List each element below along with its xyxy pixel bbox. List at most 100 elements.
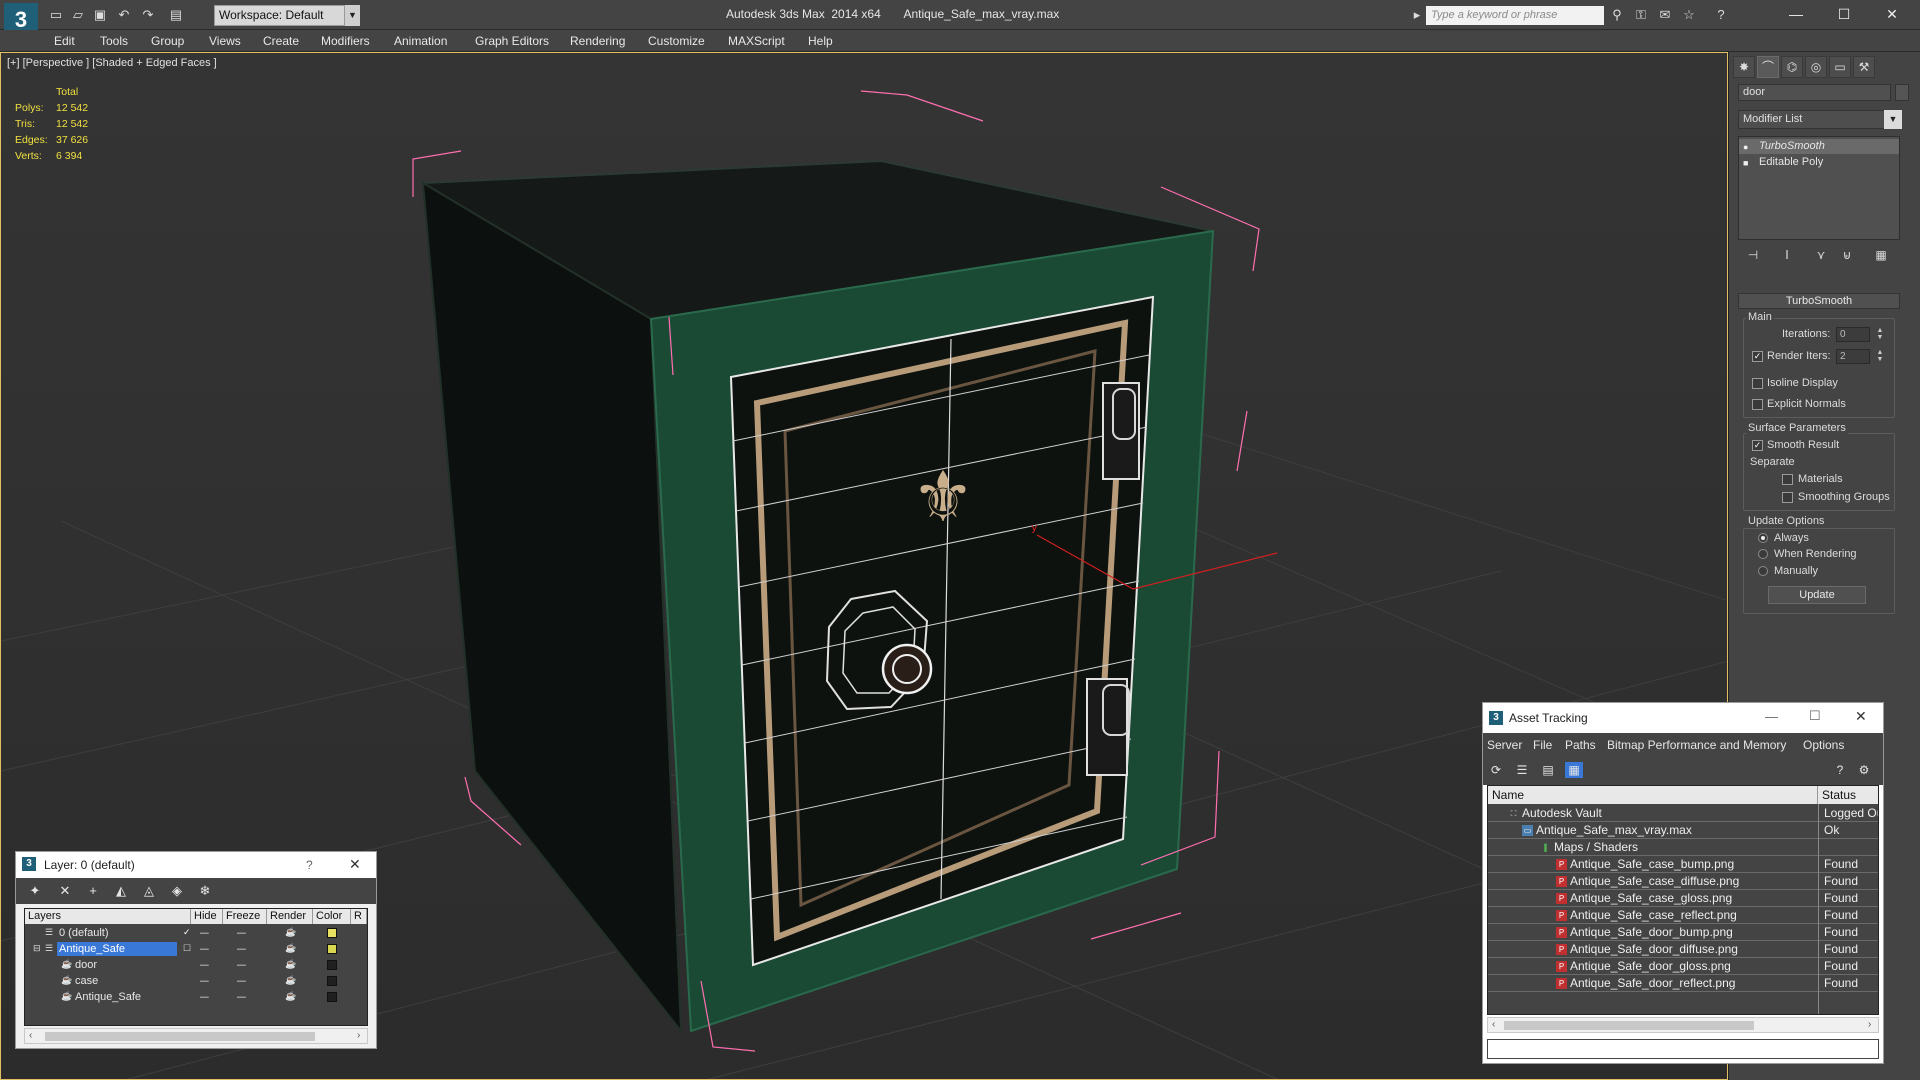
column-header[interactable]: Render [267, 909, 313, 924]
new-layer-icon[interactable]: ✦ [26, 883, 44, 899]
hide-toggle-icon[interactable]: ━━ [200, 977, 209, 986]
asset-row[interactable]: ⛶ Autodesk Vault Logged Ou [1488, 805, 1878, 822]
save-icon[interactable]: ▣ [92, 7, 108, 23]
active-layer-check-icon[interactable]: ✓ [183, 927, 191, 938]
asset-row[interactable]: P Antique_Safe_door_gloss.png Found [1488, 958, 1878, 975]
hide-toggle-icon[interactable]: ━━ [200, 961, 209, 970]
render-teapot-icon[interactable]: ☕ [285, 975, 296, 986]
asset-row[interactable]: ▭ Antique_Safe_max_vray.max Ok [1488, 822, 1878, 839]
freeze-toggle-icon[interactable]: ━━ [237, 945, 246, 954]
utilities-tab-icon[interactable]: ⚒ [1853, 56, 1875, 78]
horizontal-scrollbar[interactable]: ‹ › [24, 1028, 368, 1044]
column-header[interactable]: Hide [191, 909, 223, 924]
chevron-down-icon[interactable]: ▼ [344, 5, 360, 26]
layer-name[interactable]: Antique_Safe [57, 942, 177, 956]
freeze-toggle-icon[interactable]: ━━ [237, 993, 246, 1002]
collapse-icon[interactable]: ⊟ [33, 943, 41, 954]
render-teapot-icon[interactable]: ☕ [285, 927, 296, 938]
materials-checkbox[interactable] [1782, 474, 1793, 485]
minimize-button[interactable]: — [1765, 709, 1778, 724]
column-header[interactable]: Name [1488, 786, 1818, 804]
freeze-all-icon[interactable]: ❄ [196, 883, 214, 899]
render-iters-checkbox[interactable]: ✓ [1752, 351, 1763, 362]
table-view-icon[interactable]: ▦ [1565, 762, 1583, 778]
thumbnail-view-icon[interactable]: ▤ [1539, 762, 1557, 778]
column-header[interactable]: Freeze [223, 909, 267, 924]
freeze-toggle-icon[interactable]: ━━ [237, 961, 246, 970]
menu-views[interactable]: Views [209, 34, 241, 48]
asset-row[interactable]: P Antique_Safe_case_bump.png Found [1488, 856, 1878, 873]
scroll-right-icon[interactable]: › [1868, 1019, 1871, 1030]
layer-row[interactable]: ⊟ ☰ Antique_Safe ☐ ━━ ━━ ☕ [25, 941, 367, 957]
maximize-button[interactable]: ☐ [1809, 708, 1821, 724]
asset-row[interactable]: P Antique_Safe_door_bump.png Found [1488, 924, 1878, 941]
motion-tab-icon[interactable]: ◎ [1805, 56, 1827, 78]
hierarchy-tab-icon[interactable]: ⌬ [1781, 56, 1803, 78]
asset-row[interactable]: ∥ Maps / Shaders [1488, 839, 1878, 856]
layer-color-swatch[interactable] [327, 944, 337, 954]
layer-row[interactable]: ☕ case ━━ ━━ ☕ [25, 973, 367, 989]
menu-create[interactable]: Create [263, 34, 299, 48]
scroll-right-icon[interactable]: › [357, 1030, 360, 1041]
scroll-left-icon[interactable]: ‹ [1492, 1019, 1495, 1030]
help-icon[interactable]: ? [306, 858, 313, 872]
favorites-star-icon[interactable]: ☆ [1680, 7, 1698, 23]
scroll-thumb[interactable] [1504, 1021, 1754, 1030]
delete-layer-icon[interactable]: ✕ [56, 883, 74, 899]
spinner-arrows-icon[interactable]: ▲ ▼ [1876, 349, 1884, 364]
lightbulb-icon[interactable]: ● [1743, 142, 1753, 152]
object-name[interactable]: door [73, 958, 99, 972]
layer-row[interactable]: ☰ 0 (default) ✓ ━━ ━━ ☕ [25, 925, 367, 941]
add-selection-icon[interactable]: + [84, 883, 102, 899]
open-file-icon[interactable]: ▱ [70, 7, 86, 23]
modifier-list-dropdown[interactable]: Modifier List [1738, 110, 1902, 129]
expand-plus-icon[interactable]: ■ [1743, 158, 1753, 168]
render-iters-spinner[interactable]: 2 [1836, 349, 1870, 364]
menu-options[interactable]: Options [1803, 738, 1844, 752]
menu-group[interactable]: Group [151, 34, 184, 48]
menu-server[interactable]: Server [1487, 738, 1522, 752]
render-teapot-icon[interactable]: ☕ [285, 943, 296, 954]
binoculars-icon[interactable]: ⚲ [1608, 7, 1626, 23]
select-objects-icon[interactable]: ◭ [112, 883, 130, 899]
column-header[interactable]: Layers [25, 909, 191, 924]
asset-row[interactable]: P Antique_Safe_door_reflect.png Found [1488, 975, 1878, 992]
refresh-icon[interactable]: ⟳ [1487, 762, 1505, 778]
menu-edit[interactable]: Edit [54, 34, 75, 48]
object-name[interactable]: Antique_Safe [73, 990, 143, 1004]
minimize-button[interactable]: — [1774, 2, 1818, 26]
object-color-swatch[interactable] [327, 992, 337, 1002]
freeze-toggle-icon[interactable]: ━━ [237, 977, 246, 986]
column-header[interactable]: Status [1818, 786, 1878, 804]
menu-graph-editors[interactable]: Graph Editors [475, 34, 549, 48]
dialog-title-bar[interactable]: 3 Layer: 0 (default) ? ✕ [16, 852, 376, 878]
hide-toggle-icon[interactable]: ━━ [200, 945, 209, 954]
asset-row[interactable]: P Antique_Safe_case_reflect.png Found [1488, 907, 1878, 924]
pin-stack-icon[interactable]: ⊣ [1742, 248, 1764, 266]
render-teapot-icon[interactable]: ☕ [285, 991, 296, 1002]
menu-file[interactable]: File [1533, 738, 1552, 752]
highlight-layer-icon[interactable]: ◬ [140, 883, 158, 899]
hide-toggle-icon[interactable]: ━━ [200, 993, 209, 1002]
viewport-label[interactable]: [+] [Perspective ] [Shaded + Edged Faces… [7, 57, 217, 69]
remove-modifier-icon[interactable]: ⊌ [1836, 248, 1858, 266]
close-icon[interactable]: ✕ [349, 856, 361, 873]
update-button[interactable]: Update [1768, 586, 1866, 604]
smoothing-groups-checkbox[interactable] [1782, 492, 1793, 503]
subscription-icon[interactable]: ⚿ [1632, 7, 1650, 23]
show-end-result-icon[interactable]: Ⅰ [1776, 248, 1798, 266]
communication-icon[interactable]: ✉ [1656, 7, 1674, 23]
configure-modifier-sets-icon[interactable]: ▦ [1870, 248, 1892, 266]
scroll-left-icon[interactable]: ‹ [29, 1030, 32, 1041]
menu-rendering[interactable]: Rendering [570, 34, 625, 48]
update-manually-radio[interactable] [1758, 566, 1768, 576]
create-tab-icon[interactable]: ✸ [1733, 56, 1755, 78]
workspace-dropdown[interactable]: Workspace: Default [214, 5, 360, 26]
object-color-swatch[interactable] [327, 976, 337, 986]
isoline-display-checkbox[interactable] [1752, 378, 1763, 389]
hide-toggle-icon[interactable]: ━━ [200, 929, 209, 938]
update-when-rendering-radio[interactable] [1758, 549, 1768, 559]
object-name[interactable]: case [73, 974, 100, 988]
layer-name[interactable]: 0 (default) [57, 926, 111, 940]
list-view-icon[interactable]: ☰ [1513, 762, 1531, 778]
